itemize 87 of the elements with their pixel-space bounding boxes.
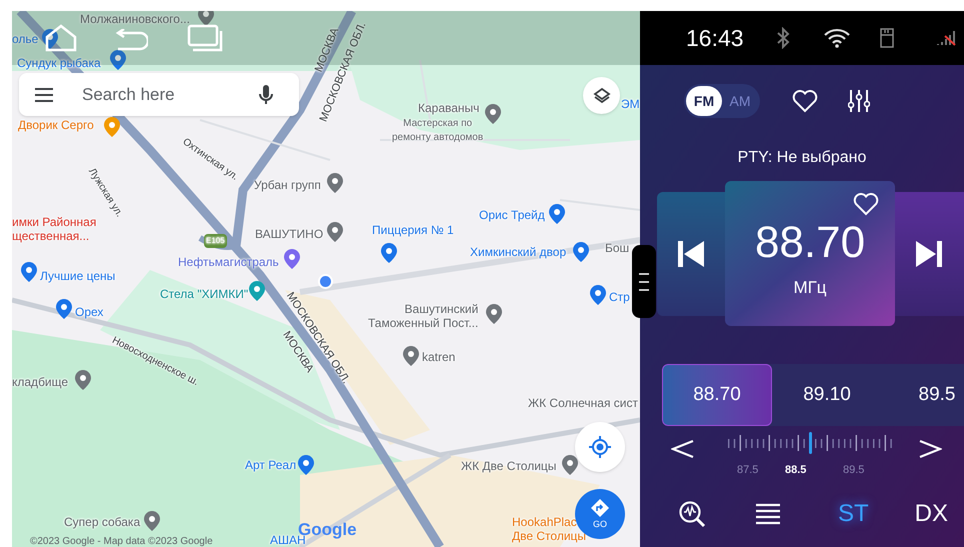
map-pin-icon[interactable]: [56, 299, 72, 319]
directions-icon: [591, 499, 609, 517]
band-tab[interactable]: FM: [686, 86, 722, 116]
map-label: Урбан групп: [254, 178, 321, 192]
map-label: Вашутинский Таможенный Пост...: [368, 302, 478, 330]
equalizer-icon[interactable]: [848, 89, 870, 113]
map-label: Дворик Серго: [18, 118, 94, 132]
scale-label: 87.5: [737, 463, 758, 478]
split-handle[interactable]: [632, 245, 656, 318]
map-label: Мастерская по ремонту автодомов: [392, 117, 484, 145]
home-icon[interactable]: [45, 24, 77, 52]
frequency: 88.70: [754, 221, 866, 265]
map-label: Стела "ХИМКИ": [160, 287, 248, 301]
preset-station[interactable]: 89.10: [772, 364, 882, 426]
map-label: кладбище: [12, 375, 68, 389]
signal-icon: [936, 30, 956, 46]
map-pin-icon[interactable]: [75, 370, 91, 390]
map-label: ВАШУТИНО: [255, 227, 324, 241]
mode-toggle[interactable]: ST: [838, 502, 869, 526]
map-label: Орис Трейд: [479, 208, 545, 222]
map-label: Сундук рыбака: [17, 56, 101, 70]
preset-station[interactable]: 89.5: [882, 364, 964, 426]
my-location-button[interactable]: [575, 422, 625, 472]
map-label: Молжаниновского...: [80, 12, 190, 26]
map-label: Лучшие цены: [40, 269, 116, 283]
map-label: katren: [422, 350, 456, 364]
map-label: Бош: [605, 241, 630, 255]
scale-label: 89.5: [843, 463, 864, 478]
map-pin-icon[interactable]: [403, 346, 419, 366]
crosshair-icon: [588, 435, 612, 459]
map-pin-icon[interactable]: [590, 285, 606, 305]
map-pin-icon[interactable]: [327, 173, 343, 193]
map-pin-icon[interactable]: [381, 243, 397, 263]
next-icon[interactable]: [915, 240, 943, 268]
frequency-unit: МГц: [793, 279, 827, 296]
map-pin-icon[interactable]: [549, 204, 565, 224]
pty-text: PTY: Не выбрано: [736, 148, 868, 168]
map-pin-icon[interactable]: [198, 11, 214, 26]
map-pin-icon[interactable]: [298, 455, 314, 475]
map-label: Супер собака: [64, 515, 140, 529]
map-label: Орех: [75, 305, 104, 319]
handle-lines-icon: [639, 272, 649, 292]
map-label: ЖК Две Столицы: [461, 459, 556, 473]
map-label: Пиццерия № 1: [372, 223, 454, 237]
map-label: имки Районная щественная...: [12, 215, 96, 243]
map-label: олье: [12, 32, 38, 46]
search-field[interactable]: Search here: [19, 73, 299, 116]
map-pin-icon[interactable]: [486, 304, 502, 324]
heart-icon[interactable]: [853, 193, 879, 216]
chevron-left-icon: [670, 437, 694, 461]
microphone-icon[interactable]: [259, 84, 273, 104]
map-pin-icon[interactable]: [110, 50, 126, 70]
map-pin-icon[interactable]: [144, 511, 160, 531]
mode-toggle[interactable]: DX: [914, 502, 948, 526]
map-label: Караваныч: [418, 101, 480, 115]
clock: 16:43: [686, 24, 744, 53]
map-pin-icon[interactable]: [249, 281, 265, 301]
road-shield: E105: [204, 234, 227, 248]
sd-card-icon: [880, 28, 894, 48]
google-logo: Google: [298, 521, 357, 538]
scan-icon[interactable]: [678, 500, 706, 528]
map-label: ЖК Солнечная сист: [528, 396, 638, 410]
heart-icon[interactable]: [792, 90, 818, 112]
map-pin-icon[interactable]: [104, 117, 120, 137]
menu-icon[interactable]: [35, 88, 53, 102]
bluetooth-icon: [776, 27, 790, 49]
tuner-needle[interactable]: [808, 432, 812, 454]
layers-icon: [592, 86, 610, 104]
wifi-icon: [824, 28, 850, 48]
map-pin-icon[interactable]: [21, 262, 37, 282]
copyright-text: ©2023 Google - Map data ©2023 Google: [30, 537, 213, 547]
map-label: Арт Реал: [245, 458, 296, 472]
scale-label: 88.5: [785, 463, 806, 478]
map-pin-icon[interactable]: [42, 29, 58, 49]
map-pin-icon[interactable]: [562, 455, 578, 475]
map-pin-icon[interactable]: [573, 242, 589, 262]
map-pin-icon[interactable]: [284, 249, 300, 269]
map-pin-icon[interactable]: [327, 222, 343, 242]
list-icon[interactable]: [756, 503, 780, 525]
map-label: ЭМ: [621, 97, 640, 111]
previous-icon[interactable]: [677, 240, 705, 268]
map-label: Химкинский двор: [470, 245, 566, 259]
map-pin-icon[interactable]: [485, 104, 501, 124]
preset-station[interactable]: 88.70: [662, 364, 772, 426]
chevron-right-icon: [918, 437, 942, 461]
search-input[interactable]: Search here: [82, 82, 257, 108]
map-label: Стр: [609, 290, 630, 304]
